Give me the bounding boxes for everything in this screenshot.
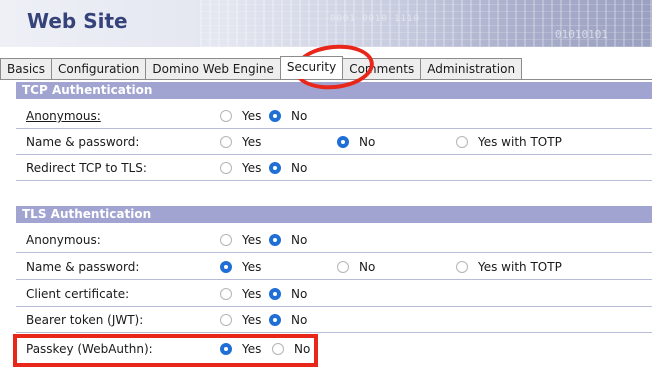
radio-unselected-icon[interactable]	[220, 110, 232, 122]
tab-administration[interactable]: Administration	[420, 58, 523, 79]
tls-name-password-totp-option[interactable]: Yes with TOTP	[456, 260, 562, 274]
tab-divider	[0, 79, 652, 80]
radio-unselected-icon[interactable]	[220, 136, 232, 148]
header-banner: 0001 0010 1110 01010101 Web Site	[0, 0, 652, 47]
tcp-authentication-header: TCP Authentication	[16, 82, 652, 99]
tls-bearer-token-yes-option[interactable]: Yes	[220, 313, 261, 327]
radio-selected-icon[interactable]	[269, 234, 281, 246]
radio-selected-icon[interactable]	[220, 261, 232, 273]
tab-strip: Basics Configuration Domino Web Engine S…	[0, 56, 523, 80]
tls-passkey-label: Passkey (WebAuthn):	[26, 342, 153, 356]
tls-passkey-yes-option[interactable]: Yes	[220, 342, 261, 356]
tab-comments[interactable]: Comments	[342, 58, 422, 79]
tls-bearer-token-row: Bearer token (JWT): Yes No	[16, 309, 652, 333]
tcp-anonymous-no-option[interactable]: No	[269, 109, 307, 123]
tab-domino-web-engine[interactable]: Domino Web Engine	[145, 58, 281, 79]
tls-client-certificate-row: Client certificate: Yes No	[16, 283, 652, 307]
option-label: Yes with TOTP	[478, 135, 562, 149]
tcp-anonymous-yes-option[interactable]: Yes	[220, 109, 261, 123]
tls-anonymous-row: Anonymous: Yes No	[16, 229, 652, 253]
radio-selected-icon[interactable]	[269, 162, 281, 174]
option-label: No	[291, 109, 308, 123]
tcp-name-password-label: Name & password:	[26, 135, 140, 149]
option-label: Yes	[242, 260, 262, 274]
option-label: Yes	[242, 342, 262, 356]
tab-configuration[interactable]: Configuration	[51, 58, 147, 79]
tcp-redirect-tls-row: Redirect TCP to TLS: Yes No	[16, 157, 652, 181]
tls-anonymous-yes-option[interactable]: Yes	[220, 233, 261, 247]
tls-anonymous-label: Anonymous:	[26, 233, 101, 247]
option-label: No	[359, 135, 376, 149]
tcp-redirect-tls-no-option[interactable]: No	[269, 161, 307, 175]
tls-anonymous-no-option[interactable]: No	[269, 233, 307, 247]
option-label: No	[359, 260, 376, 274]
tab-basics[interactable]: Basics	[0, 58, 53, 79]
tcp-anonymous-row: Anonymous: Yes No	[16, 105, 652, 129]
option-label: Yes	[242, 109, 262, 123]
tls-bearer-token-no-option[interactable]: No	[269, 313, 307, 327]
option-label: No	[291, 313, 308, 327]
tls-name-password-row: Name & password: Yes No Yes with TOTP	[16, 256, 652, 280]
option-label: No	[291, 287, 308, 301]
radio-selected-icon[interactable]	[269, 288, 281, 300]
tls-client-certificate-no-option[interactable]: No	[269, 287, 307, 301]
option-label: Yes	[242, 287, 262, 301]
banner-binary-decoration: 01010101	[555, 28, 608, 41]
radio-unselected-icon[interactable]	[272, 343, 284, 355]
option-label: No	[294, 342, 311, 356]
radio-selected-icon[interactable]	[220, 343, 232, 355]
tls-client-certificate-label: Client certificate:	[26, 287, 130, 301]
option-label: Yes with TOTP	[478, 260, 562, 274]
tls-name-password-yes-option[interactable]: Yes	[220, 260, 261, 274]
radio-unselected-icon[interactable]	[456, 136, 468, 148]
tls-bearer-token-label: Bearer token (JWT):	[26, 313, 144, 327]
tcp-name-password-totp-option[interactable]: Yes with TOTP	[456, 135, 562, 149]
tls-name-password-no-option[interactable]: No	[337, 260, 375, 274]
radio-unselected-icon[interactable]	[220, 288, 232, 300]
tls-client-certificate-yes-option[interactable]: Yes	[220, 287, 261, 301]
option-label: Yes	[242, 313, 262, 327]
radio-unselected-icon[interactable]	[220, 162, 232, 174]
tcp-name-password-yes-option[interactable]: Yes	[220, 135, 261, 149]
option-label: Yes	[242, 135, 262, 149]
radio-selected-icon[interactable]	[269, 314, 281, 326]
tcp-anonymous-label: Anonymous:	[26, 109, 101, 123]
page-title: Web Site	[27, 9, 128, 33]
tcp-name-password-row: Name & password: Yes No Yes with TOTP	[16, 131, 652, 155]
radio-unselected-icon[interactable]	[456, 261, 468, 273]
radio-unselected-icon[interactable]	[220, 234, 232, 246]
tls-passkey-row: Passkey (WebAuthn): Yes No	[16, 338, 652, 362]
radio-unselected-icon[interactable]	[220, 314, 232, 326]
option-label: No	[291, 161, 308, 175]
banner-binary-decoration-top: 0001 0010 1110	[330, 14, 420, 24]
tab-security[interactable]: Security	[279, 56, 344, 79]
tcp-redirect-tls-yes-option[interactable]: Yes	[220, 161, 261, 175]
tls-name-password-label: Name & password:	[26, 260, 140, 274]
radio-selected-icon[interactable]	[269, 110, 281, 122]
option-label: No	[291, 233, 308, 247]
tcp-redirect-tls-label: Redirect TCP to TLS:	[26, 161, 147, 175]
option-label: Yes	[242, 161, 262, 175]
option-label: Yes	[242, 233, 262, 247]
tls-passkey-no-option[interactable]: No	[272, 342, 310, 356]
tls-authentication-header: TLS Authentication	[16, 206, 652, 223]
radio-unselected-icon[interactable]	[337, 261, 349, 273]
tcp-name-password-no-option[interactable]: No	[337, 135, 375, 149]
radio-selected-icon[interactable]	[337, 136, 349, 148]
